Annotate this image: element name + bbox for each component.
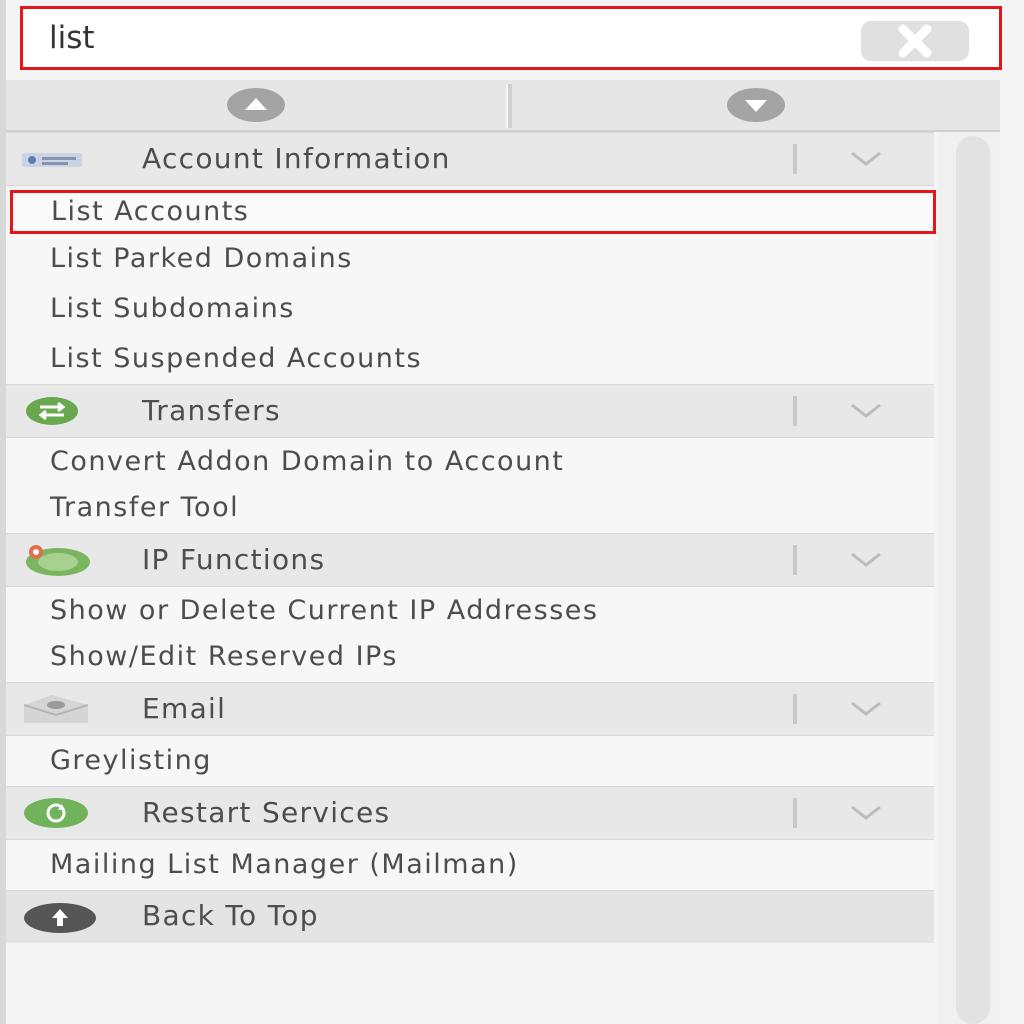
- menu-item-show-delete-ip-addresses[interactable]: Show or Delete Current IP Addresses: [6, 587, 934, 632]
- section-label: Restart Services: [142, 796, 391, 829]
- chevron-down-icon[interactable]: [846, 801, 886, 823]
- section-separator: [793, 545, 797, 575]
- menu-item-list-parked-domains[interactable]: List Parked Domains: [6, 234, 934, 284]
- menu-item-transfer-tool[interactable]: Transfer Tool: [6, 483, 934, 533]
- section-separator: [793, 798, 797, 828]
- section-separator: [793, 144, 797, 174]
- search-input[interactable]: [23, 9, 869, 67]
- menu-item-greylisting[interactable]: Greylisting: [6, 736, 934, 786]
- scroll-down-button[interactable]: [512, 80, 1000, 130]
- email-envelope-icon: [23, 695, 89, 723]
- section-label: Account Information: [142, 142, 451, 175]
- section-separator: [793, 694, 797, 724]
- account-card-icon: [22, 153, 82, 167]
- menu-item-mailing-list-manager[interactable]: Mailing List Manager (Mailman): [6, 840, 934, 890]
- search-results-menu: Account Information List Accounts List P…: [6, 132, 936, 943]
- transfer-icon: [26, 397, 78, 425]
- arrow-up-icon: [227, 88, 285, 122]
- chevron-down-icon[interactable]: [846, 548, 886, 570]
- right-edge: [1004, 0, 1024, 1024]
- close-icon: [898, 24, 932, 58]
- restart-icon: [24, 798, 88, 828]
- chevron-down-icon[interactable]: [846, 399, 886, 421]
- back-to-top-button[interactable]: Back To Top: [6, 890, 934, 943]
- menu-item-list-accounts[interactable]: List Accounts: [10, 190, 936, 234]
- chevron-down-icon[interactable]: [846, 697, 886, 719]
- section-label: Email: [142, 692, 227, 725]
- menu-item-list-suspended-accounts[interactable]: List Suspended Accounts: [6, 334, 934, 384]
- menu-item-list-subdomains[interactable]: List Subdomains: [6, 284, 934, 334]
- section-email[interactable]: Email: [6, 682, 934, 736]
- arrow-down-icon: [727, 88, 785, 122]
- clear-search-button[interactable]: [861, 21, 969, 61]
- section-ip-functions[interactable]: IP Functions: [6, 533, 934, 587]
- section-label: IP Functions: [142, 543, 326, 576]
- scrollbar-thumb[interactable]: [956, 136, 990, 1024]
- search-box[interactable]: [20, 6, 1002, 70]
- section-restart-services[interactable]: Restart Services: [6, 786, 934, 840]
- section-transfers[interactable]: Transfers: [6, 384, 934, 438]
- menu-item-convert-addon-domain[interactable]: Convert Addon Domain to Account: [6, 438, 934, 483]
- section-label: Transfers: [142, 394, 281, 427]
- chevron-down-icon[interactable]: [846, 147, 886, 169]
- section-account-information[interactable]: Account Information: [6, 132, 934, 186]
- menu-item-show-edit-reserved-ips[interactable]: Show/Edit Reserved IPs: [6, 632, 934, 682]
- back-to-top-label: Back To Top: [142, 899, 319, 932]
- arrow-up-circle-icon: [24, 903, 96, 933]
- scroll-up-button[interactable]: [6, 80, 506, 130]
- section-separator: [793, 396, 797, 426]
- menu-scroll-bar: [6, 80, 1000, 132]
- ip-globe-icon: [26, 545, 90, 576]
